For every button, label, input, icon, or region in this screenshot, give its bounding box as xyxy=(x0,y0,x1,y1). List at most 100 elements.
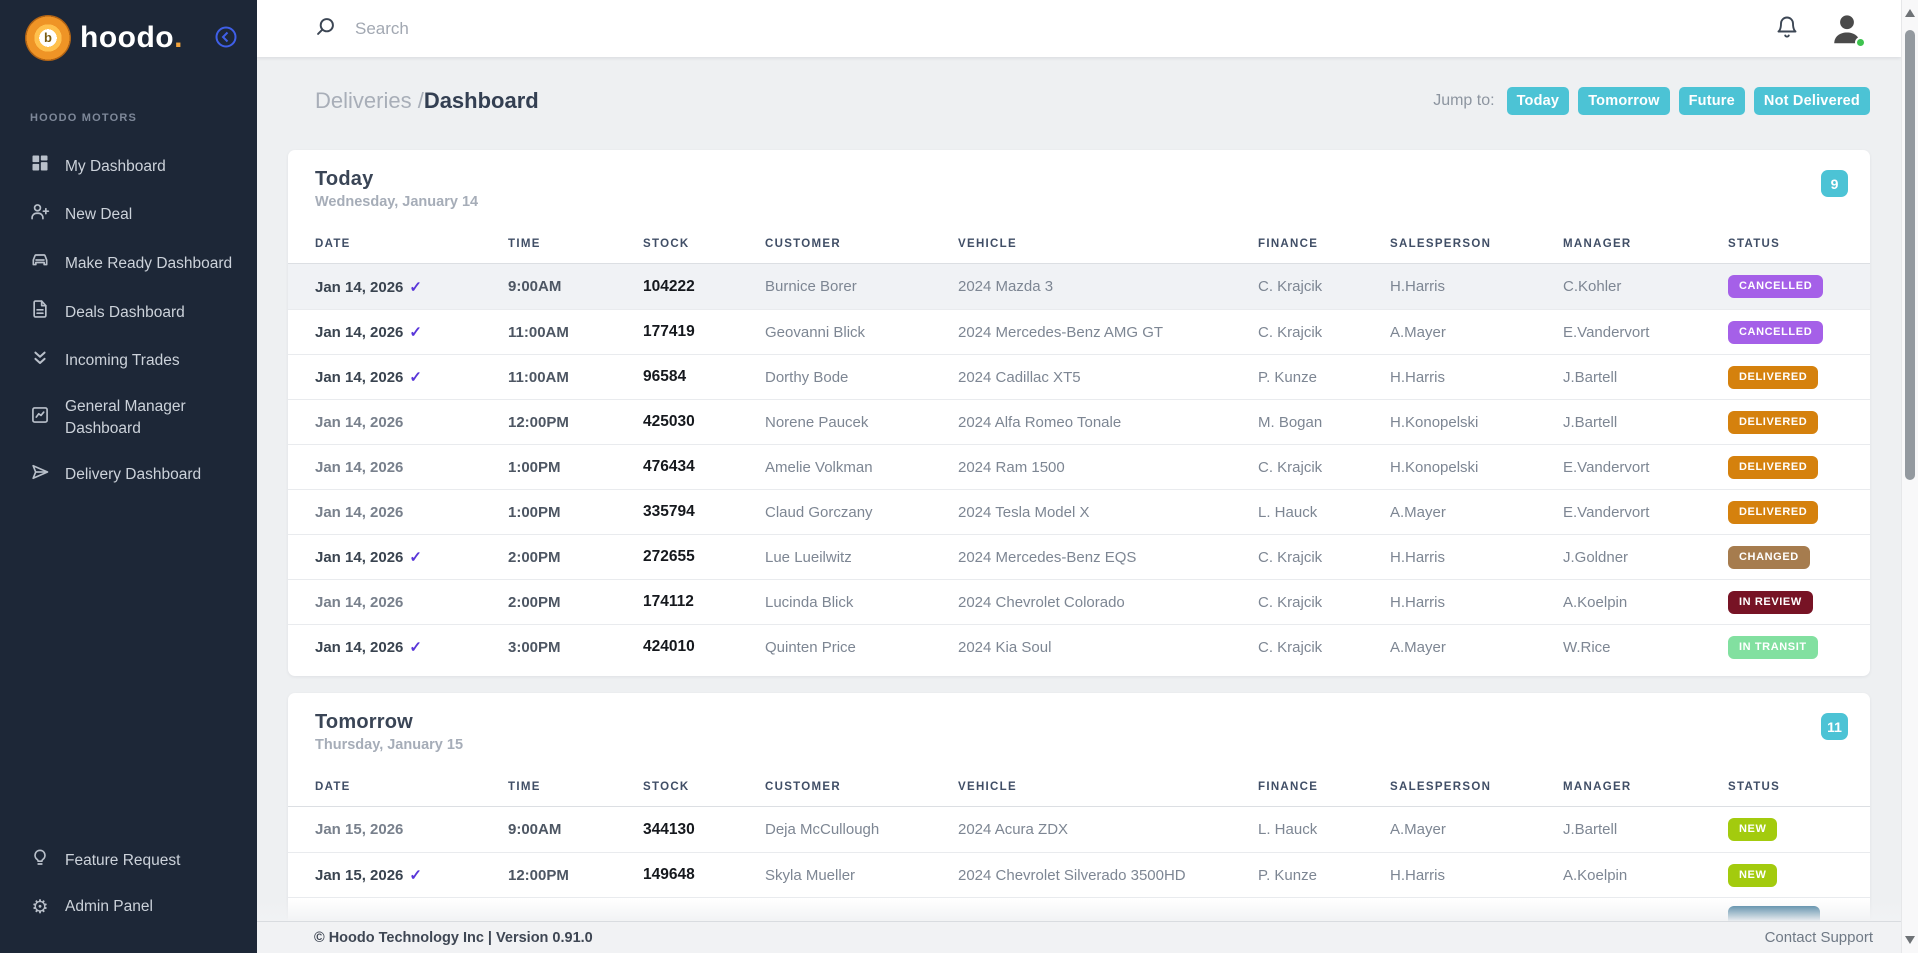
table-row[interactable]: Jan 14, 2026✓ 9:00AM 104222 Burnice Bore… xyxy=(288,264,1870,309)
scrollbar[interactable] xyxy=(1901,0,1918,953)
jump-not-delivered-button[interactable]: Not Delivered xyxy=(1754,87,1870,115)
column-header: DATE xyxy=(315,238,508,250)
breadcrumb-parent[interactable]: Deliveries / xyxy=(315,88,424,113)
topbar-actions xyxy=(1775,11,1867,47)
column-header: TIME xyxy=(508,781,643,793)
sidebar-item-general-manager-dashboard[interactable]: General Manager Dashboard xyxy=(0,385,257,450)
table-header-row: DATETIMESTOCKCUSTOMERVEHICLEFINANCESALES… xyxy=(288,767,1870,807)
sidebar-item-new-deal[interactable]: New Deal xyxy=(0,191,257,240)
status-badge: CANCELLED xyxy=(1728,321,1823,344)
cell-finance: C. Krajcik xyxy=(1258,324,1390,341)
cell-salesperson: H.Harris xyxy=(1390,549,1563,566)
table-row[interactable]: Jan 14, 2026✓ 3:00PM 424010 Quinten Pric… xyxy=(288,624,1870,669)
sidebar-collapse-button[interactable] xyxy=(215,26,237,51)
cell-date: Jan 14, 2026✓ xyxy=(315,548,508,566)
cell-salesperson: H.Harris xyxy=(1390,278,1563,295)
cell-vehicle: 2024 Acura ZDX xyxy=(958,821,1258,838)
table-row[interactable]: Jan 14, 2026 2:00PM 174112 Lucinda Blick… xyxy=(288,579,1870,624)
notifications-button[interactable] xyxy=(1775,15,1799,42)
status-badge: DELIVERED xyxy=(1728,456,1818,479)
user-menu-button[interactable] xyxy=(1827,11,1867,47)
cell-manager: J.Goldner xyxy=(1563,549,1728,566)
search-icon xyxy=(315,16,336,42)
check-icon: ✓ xyxy=(409,369,422,386)
cell-status: CANCELLED xyxy=(1728,275,1843,298)
cell-manager: J.Bartell xyxy=(1563,414,1728,431)
scroll-up-arrow-icon[interactable] xyxy=(1905,9,1915,17)
jump-future-button[interactable]: Future xyxy=(1679,87,1745,115)
status-badge: CANCELLED xyxy=(1728,275,1823,298)
table-header-row: DATETIMESTOCKCUSTOMERVEHICLEFINANCESALES… xyxy=(288,224,1870,264)
cell-date: Jan 14, 2026 xyxy=(315,414,508,431)
page-title: Dashboard xyxy=(424,88,539,113)
table-row[interactable]: Jan 14, 2026 1:00PM 335794 Claud Gorczan… xyxy=(288,489,1870,534)
cell-salesperson: H.Harris xyxy=(1390,369,1563,386)
column-header: DATE xyxy=(315,781,508,793)
sidebar-item-deals-dashboard[interactable]: Deals Dashboard xyxy=(0,288,257,337)
check-icon: ✓ xyxy=(409,549,422,566)
topbar xyxy=(257,0,1901,57)
cell-manager: J.Bartell xyxy=(1563,369,1728,386)
jump-today-button[interactable]: Today xyxy=(1507,87,1570,115)
table-row[interactable]: Jan 14, 2026 1:00PM 476434 Amelie Volkma… xyxy=(288,444,1870,489)
copyright-text: © Hoodo Technology Inc | Version 0.91.0 xyxy=(314,930,593,946)
jump-tomorrow-button[interactable]: Tomorrow xyxy=(1578,87,1669,115)
cell-customer: Burnice Borer xyxy=(765,278,958,295)
cell-customer: Amelie Volkman xyxy=(765,459,958,476)
sidebar-item-admin-panel[interactable]: ⚙ Admin Panel xyxy=(0,885,257,929)
table-row[interactable]: Jan 14, 2026✓ 2:00PM 272655 Lue Lueilwit… xyxy=(288,534,1870,579)
cell-stock: 272655 xyxy=(643,548,765,566)
search-input[interactable] xyxy=(353,18,713,40)
cell-vehicle: 2024 Chevrolet Silverado 3500HD xyxy=(958,867,1258,884)
scrollbar-thumb[interactable] xyxy=(1905,30,1915,480)
check-icon: ✓ xyxy=(409,639,422,656)
cell-stock: 104222 xyxy=(643,278,765,296)
contact-support-link[interactable]: Contact Support xyxy=(1765,929,1873,946)
cell-customer: Skyla Mueller xyxy=(765,867,958,884)
table-row[interactable]: Jan 14, 2026✓ 11:00AM 177419 Geovanni Bl… xyxy=(288,309,1870,354)
column-header: VEHICLE xyxy=(958,238,1258,250)
cell-vehicle: 2024 Kia Soul xyxy=(958,639,1258,656)
tomorrow-section: Tomorrow Thursday, January 15 11 DATETIM… xyxy=(288,693,1870,949)
sidebar-item-delivery-dashboard[interactable]: Delivery Dashboard xyxy=(0,451,257,500)
logo[interactable]: b hoodo. xyxy=(25,15,182,61)
jump-to-bar: Jump to: Today Tomorrow Future Not Deliv… xyxy=(1433,87,1870,115)
table-row[interactable]: Jan 15, 2026✓ 12:00PM 149648 Skyla Muell… xyxy=(288,852,1870,897)
sidebar-bottom: Feature Request ⚙ Admin Panel xyxy=(0,837,257,953)
cell-salesperson: H.Harris xyxy=(1390,867,1563,884)
status-badge: DELIVERED xyxy=(1728,411,1818,434)
chart-square-icon xyxy=(30,405,50,432)
cell-finance: C. Krajcik xyxy=(1258,459,1390,476)
cell-date: Jan 15, 2026 xyxy=(315,821,508,838)
user-plus-icon xyxy=(30,202,50,229)
sidebar-item-incoming-trades[interactable]: Incoming Trades xyxy=(0,337,257,386)
cell-customer: Lucinda Blick xyxy=(765,594,958,611)
cell-time: 11:00AM xyxy=(508,369,643,386)
cell-customer: Lue Lueilwitz xyxy=(765,549,958,566)
cell-salesperson: H.Harris xyxy=(1390,594,1563,611)
column-header: MANAGER xyxy=(1563,781,1728,793)
scroll-down-arrow-icon[interactable] xyxy=(1905,936,1915,944)
cell-date: Jan 14, 2026 xyxy=(315,504,508,521)
check-icon: ✓ xyxy=(409,279,422,296)
cell-status: CANCELLED xyxy=(1728,321,1843,344)
count-badge: 9 xyxy=(1821,170,1848,197)
table-body: Jan 14, 2026✓ 9:00AM 104222 Burnice Bore… xyxy=(288,264,1870,669)
logo-text: hoodo xyxy=(80,21,174,55)
cell-salesperson: A.Mayer xyxy=(1390,639,1563,656)
cell-vehicle: 2024 Mazda 3 xyxy=(958,278,1258,295)
table-row[interactable]: Jan 14, 2026✓ 11:00AM 96584 Dorthy Bode … xyxy=(288,354,1870,399)
org-label: HOODO MOTORS xyxy=(0,112,257,124)
logo-dot: . xyxy=(174,21,182,55)
count-badge: 11 xyxy=(1821,713,1848,740)
column-header: CUSTOMER xyxy=(765,238,958,250)
cell-stock: 344130 xyxy=(643,821,765,839)
sidebar-item-my-dashboard[interactable]: My Dashboard xyxy=(0,142,257,191)
cell-manager: E.Vandervort xyxy=(1563,459,1728,476)
column-header: CUSTOMER xyxy=(765,781,958,793)
sidebar-item-make-ready-dashboard[interactable]: Make Ready Dashboard xyxy=(0,239,257,288)
sidebar-item-feature-request[interactable]: Feature Request xyxy=(0,837,257,886)
table-row[interactable]: Jan 14, 2026 12:00PM 425030 Norene Pauce… xyxy=(288,399,1870,444)
content: Deliveries /Dashboard Jump to: Today Tom… xyxy=(257,57,1901,949)
table-row[interactable]: Jan 15, 2026 9:00AM 344130 Deja McCullou… xyxy=(288,807,1870,852)
